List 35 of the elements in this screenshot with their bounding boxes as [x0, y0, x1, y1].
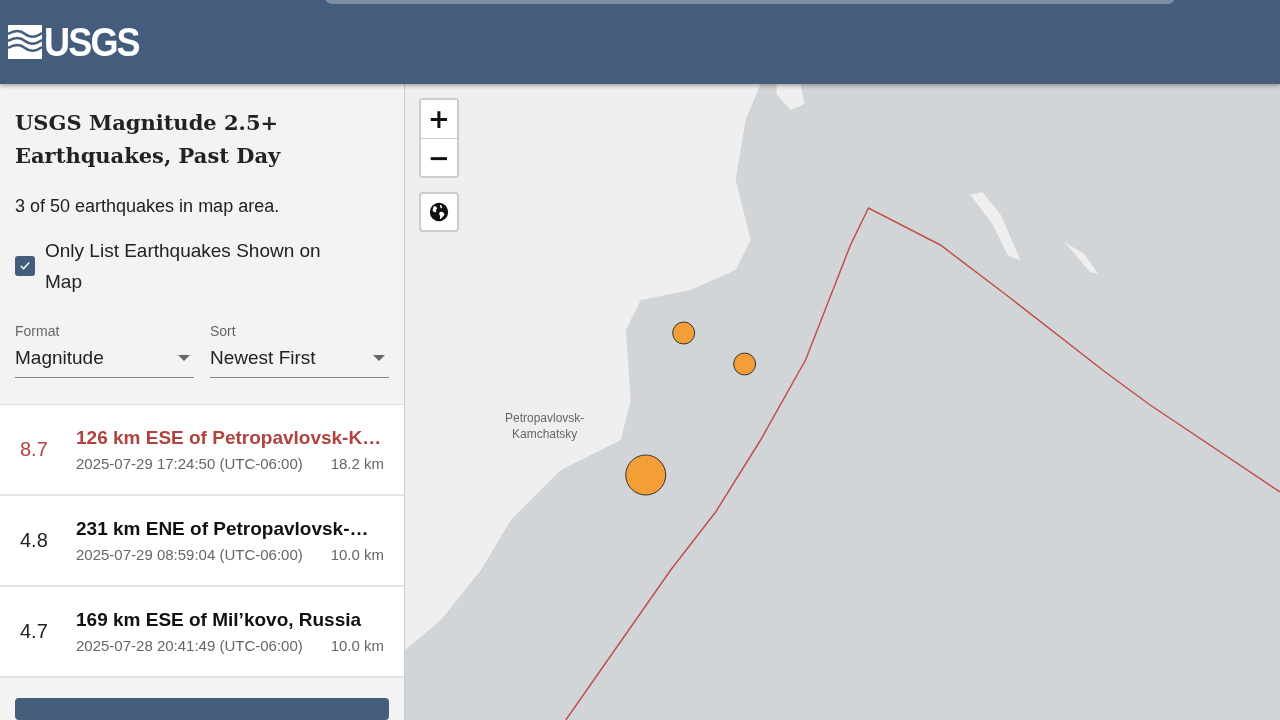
earthquake-marker[interactable]	[672, 321, 696, 345]
basemap-button[interactable]	[419, 192, 459, 232]
checkmark-icon	[18, 259, 32, 273]
sort-label: Sort	[210, 323, 237, 339]
depth: 18.2 km	[330, 455, 384, 472]
place-name: 126 km ESE of Petropavlovsk-K…	[76, 427, 383, 449]
depth: 10.0 km	[330, 546, 384, 563]
island-shape	[1064, 242, 1099, 274]
place-name: 169 km ESE of Mil’kovo, Russia	[76, 609, 363, 631]
zoom-out-button[interactable]: −	[421, 138, 457, 176]
globe-icon	[428, 201, 450, 223]
magnitude: 4.7	[20, 620, 49, 643]
format-dropdown[interactable]: Magnitude	[15, 347, 194, 378]
sort-dropdown[interactable]: Newest First	[210, 347, 389, 378]
event-time: 2025-07-28 20:41:49 (UTC-06:00)	[76, 637, 303, 654]
checkbox-label[interactable]: Only List Earthquakes Shown on Map	[45, 235, 345, 297]
caret-icon	[178, 355, 190, 361]
event-time: 2025-07-29 08:59:04 (UTC-06:00)	[76, 546, 303, 563]
city-label: Petropavlovsk- Kamchatsky	[505, 410, 585, 442]
earthquake-marker[interactable]	[625, 454, 667, 496]
usgs-logo[interactable]: USGS	[44, 19, 139, 65]
format-label: Format	[15, 323, 61, 339]
earthquake-marker[interactable]	[733, 352, 757, 376]
earthquake-count: 3 of 50 earthquakes in map area.	[15, 196, 281, 217]
depth: 10.0 km	[330, 637, 384, 654]
map[interactable]: Petropavlovsk- Kamchatsky + −	[405, 84, 1280, 720]
island-shape	[970, 192, 1021, 260]
magnitude: 4.8	[20, 529, 49, 552]
wave-logo-icon	[8, 25, 42, 59]
place-name: 231 km ENE of Petropavlovsk-…	[76, 518, 370, 540]
feed-title: USGS Magnitude 2.5+ Earthquakes, Past Day	[15, 109, 282, 170]
checkbox[interactable]	[15, 256, 35, 276]
magnitude: 8.7	[20, 438, 49, 461]
event-time: 2025-07-29 17:24:50 (UTC-06:00)	[76, 455, 303, 472]
caret-icon	[373, 355, 385, 361]
